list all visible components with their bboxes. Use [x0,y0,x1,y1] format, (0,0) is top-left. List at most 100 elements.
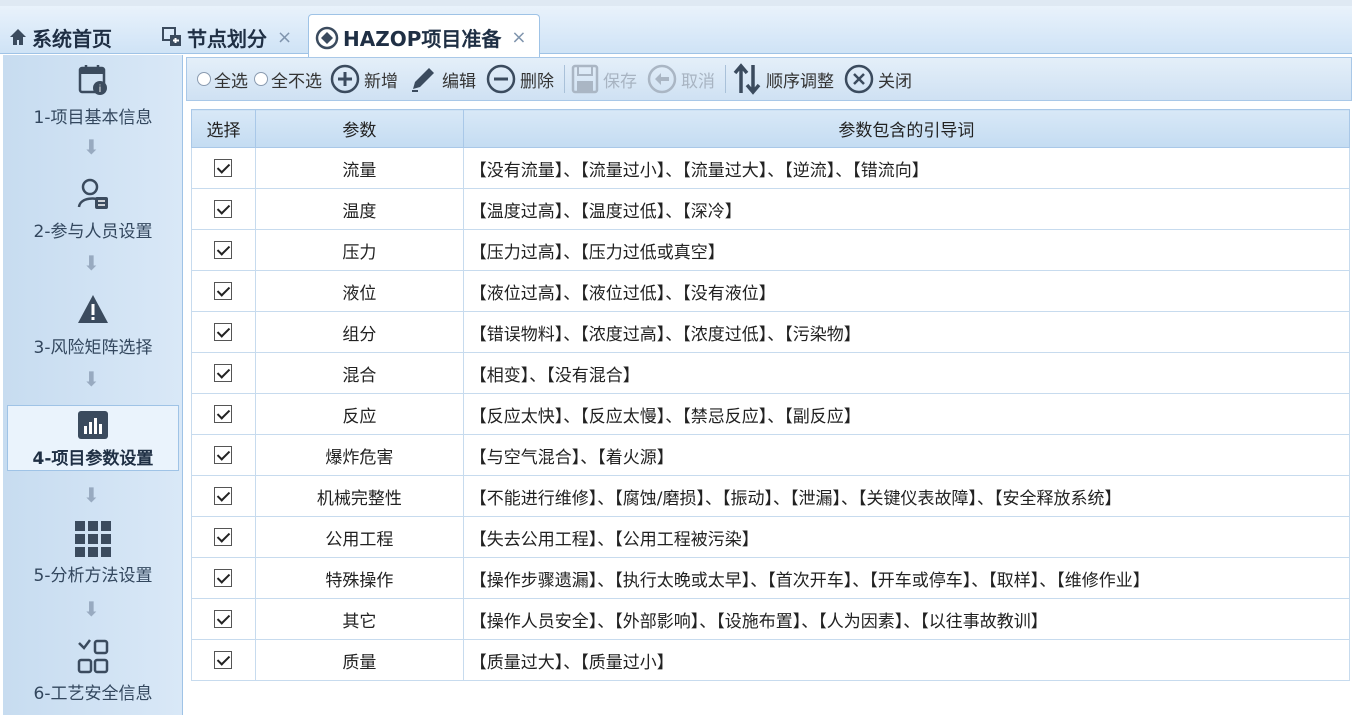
row-checkbox[interactable] [214,159,233,177]
tab-node-split[interactable]: 节点划分 × [155,14,305,60]
row-checkbox[interactable] [214,323,233,341]
select-cell [191,639,256,681]
step-label: 3-风险矩阵选择 [33,338,153,358]
save-icon [571,64,599,94]
radio-icon [254,72,268,86]
step-process-safety[interactable]: 6-工艺安全信息 [7,639,179,704]
guide-words-cell: 【不能进行维修】、【腐蚀/磨损】、【振动】、【泄漏】、【关键仪表故障】、【安全释… [462,475,1351,517]
guide-words-cell: 【没有流量】、【流量过小】、【流量过大】、【逆流】、【错流向】 [462,147,1351,189]
table-row[interactable]: 流量 【没有流量】、【流量过小】、【流量过大】、【逆流】、【错流向】 [191,147,1351,189]
row-checkbox[interactable] [214,405,233,423]
add-button[interactable]: 新增 [330,61,398,97]
grid-icon [75,521,111,557]
step-label: 2-参与人员设置 [33,222,153,242]
process-blocks-icon [77,639,109,674]
bar-chart-icon [78,411,108,439]
step-analysis-method[interactable]: 5-分析方法设置 [7,521,179,586]
param-cell: 液位 [254,270,464,312]
step-project-info[interactable]: i 1-项目基本信息 [7,63,179,128]
row-checkbox[interactable] [214,241,233,259]
close-button[interactable]: 关闭 [844,61,912,97]
table-row[interactable]: 公用工程 【失去公用工程】、【公用工程被污染】 [191,516,1351,558]
table-row[interactable]: 反应 【反应太快】、【反应太慢】、【禁忌反应】、【副反应】 [191,393,1351,435]
param-cell: 爆炸危害 [254,434,464,476]
table-row[interactable]: 温度 【温度过高】、【温度过低】、【深冷】 [191,188,1351,230]
param-cell: 组分 [254,311,464,353]
param-cell: 反应 [254,393,464,435]
delete-button[interactable]: 删除 [486,61,554,97]
table-row[interactable]: 爆炸危害 【与空气混合】、【着火源】 [191,434,1351,476]
pencil-icon [412,68,434,92]
step-arrow-icon: ⬇ [83,251,100,275]
step-label: 6-工艺安全信息 [33,684,153,704]
cancel-button[interactable]: 取消 [647,61,715,97]
select-all-label: 全选 [214,71,248,92]
select-none-radio[interactable]: 全不选 [254,61,322,97]
select-cell [191,393,256,435]
param-cell: 其它 [254,598,464,640]
reorder-label: 顺序调整 [766,71,834,92]
table-row[interactable]: 其它 【操作人员安全】、【外部影响】、【设施布置】、【人为因素】、【以往事故教训】 [191,598,1351,640]
table-row[interactable]: 压力 【压力过高】、【压力过低或真空】 [191,229,1351,271]
select-all-radio[interactable]: 全选 [197,61,248,97]
table-row[interactable]: 特殊操作 【操作步骤遗漏】、【执行太晚或太早】、【首次开车】、【开车或停车】、【取… [191,557,1351,599]
guide-words-cell: 【操作人员安全】、【外部影响】、【设施布置】、【人为因素】、【以往事故教训】 [462,598,1351,640]
step-project-params[interactable]: 4-项目参数设置 [7,405,179,471]
row-checkbox[interactable] [214,446,233,464]
tab-label: 系统首页 [32,26,112,51]
node-split-icon [162,27,181,46]
tab-close-icon[interactable]: × [277,27,292,48]
param-cell: 特殊操作 [254,557,464,599]
select-cell [191,229,256,271]
close-label: 关闭 [878,71,912,92]
save-label: 保存 [603,71,637,92]
column-header-select[interactable]: 选择 [191,109,256,148]
toolbar-divider [725,65,726,93]
tab-home[interactable]: 系统首页 [2,14,152,60]
table-row[interactable]: 混合 【相变】、【没有混合】 [191,352,1351,394]
table-row[interactable]: 液位 【液位过高】、【液位过低】、【没有液位】 [191,270,1351,312]
row-checkbox[interactable] [214,569,233,587]
tab-hazop-prep[interactable]: HAZOP项目准备 × [308,14,540,60]
guide-words-cell: 【失去公用工程】、【公用工程被污染】 [462,516,1351,558]
column-header-param[interactable]: 参数 [254,109,464,148]
select-cell [191,270,256,312]
step-risk-matrix[interactable]: 3-风险矩阵选择 [7,293,179,358]
param-cell: 压力 [254,229,464,271]
tab-label: HAZOP项目准备 [343,27,502,51]
select-cell [191,598,256,640]
param-cell: 机械完整性 [254,475,464,517]
undo-icon [647,64,677,94]
edit-button[interactable]: 编辑 [408,61,476,97]
select-cell [191,311,256,353]
table-row[interactable]: 机械完整性 【不能进行维修】、【腐蚀/磨损】、【振动】、【泄漏】、【关键仪表故障】… [191,475,1351,517]
row-checkbox[interactable] [214,610,233,628]
row-checkbox[interactable] [214,651,233,669]
row-checkbox[interactable] [214,487,233,505]
select-cell [191,434,256,476]
select-none-label: 全不选 [271,71,322,92]
select-cell [191,475,256,517]
column-header-guide-words[interactable]: 参数包含的引导词 [462,109,1351,148]
save-button[interactable]: 保存 [571,61,637,97]
row-checkbox[interactable] [214,528,233,546]
delete-label: 删除 [520,71,554,92]
row-checkbox[interactable] [214,282,233,300]
param-cell: 流量 [254,147,464,189]
reorder-button[interactable]: 顺序调整 [732,61,834,97]
table-row[interactable]: 质量 【质量过大】、【质量过小】 [191,639,1351,681]
step-arrow-icon: ⬇ [83,597,100,621]
row-checkbox[interactable] [214,364,233,382]
table-row[interactable]: 组分 【错误物料】、【浓度过高】、【浓度过低】、【污染物】 [191,311,1351,353]
edit-label: 编辑 [442,71,476,92]
step-participants[interactable]: 2-参与人员设置 [7,177,179,242]
toolbar-divider [564,65,565,93]
table-header-row: 选择 参数 参数包含的引导词 [191,109,1351,148]
guide-words-cell: 【质量过大】、【质量过小】 [462,639,1351,681]
add-label: 新增 [364,71,398,92]
row-checkbox[interactable] [214,200,233,218]
guide-words-cell: 【温度过高】、【温度过低】、【深冷】 [462,188,1351,230]
tab-close-icon[interactable]: × [511,27,526,48]
user-list-icon [77,178,108,209]
radio-icon [197,72,211,86]
